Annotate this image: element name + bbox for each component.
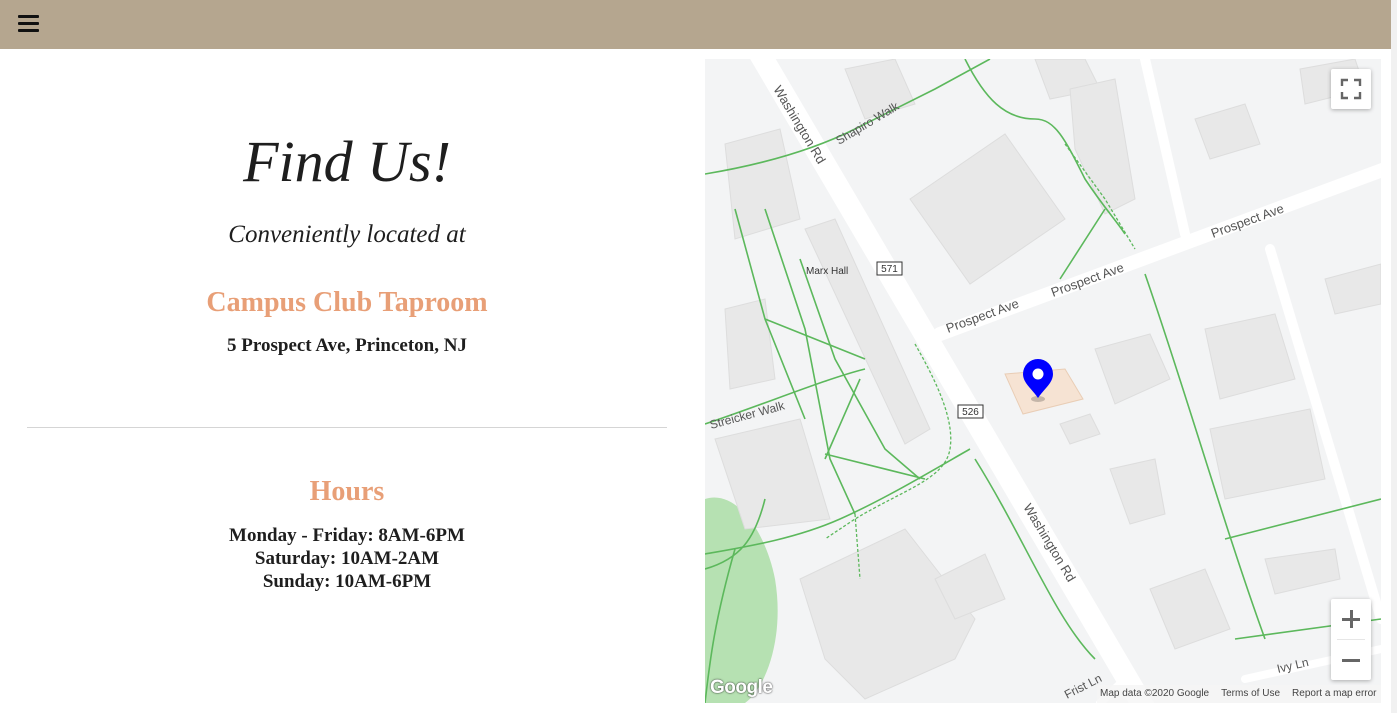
building (1149, 568, 1231, 650)
building (1264, 548, 1341, 595)
fullscreen-button[interactable] (1331, 69, 1371, 109)
zoom-controls (1331, 599, 1371, 680)
hamburger-menu-icon[interactable] (18, 15, 40, 34)
building (724, 128, 801, 240)
page-title: Find Us! (243, 129, 451, 194)
map-canvas[interactable]: Washington Rd Washington Rd Shapiro Walk… (705, 59, 1381, 703)
map-footer: Map data ©2020 Google Terms of Use Report … (1097, 685, 1381, 703)
zoom-in-button[interactable] (1331, 599, 1371, 639)
google-map[interactable]: Washington Rd Washington Rd Shapiro Walk… (705, 59, 1381, 703)
building (1059, 413, 1101, 445)
street-label-prospect-right: Prospect Ave (1209, 201, 1286, 241)
location-subtitle: Conveniently located at (228, 221, 466, 248)
top-nav-bar (0, 0, 1391, 49)
footpath (824, 453, 926, 480)
fullscreen-icon (1340, 78, 1362, 100)
google-logo[interactable]: Google (710, 677, 773, 699)
building (1094, 333, 1171, 405)
zoom-out-icon (1342, 651, 1360, 669)
hours-heading: Hours (309, 476, 385, 507)
section-divider (27, 427, 667, 428)
report-map-error-link[interactable]: Report a map error (1292, 688, 1376, 699)
footpath (974, 458, 1096, 660)
building (909, 133, 1066, 285)
route-shield-526: 526 (957, 404, 984, 419)
building (1324, 263, 1381, 315)
zoom-in-icon (1342, 610, 1360, 628)
location-info-panel: Find Us! Conveniently located at Campus … (0, 49, 694, 713)
street-label-washington-south: Washington Rd (1020, 501, 1078, 585)
place-label-marx-hall: Marx Hall (806, 266, 848, 277)
map-data-attribution: Map data ©2020 Google (1100, 688, 1210, 699)
park-area (705, 497, 778, 703)
hours-line-saturday: Saturday: 10AM-2AM (254, 548, 440, 569)
building (1209, 408, 1326, 500)
building (1194, 103, 1261, 160)
route-shield-571: 571 (876, 261, 903, 276)
building (1204, 313, 1296, 400)
building (799, 528, 976, 700)
terms-of-use-link[interactable]: Terms of Use (1221, 688, 1280, 699)
building (1109, 458, 1166, 525)
street-label-ivy: Ivy Ln (1276, 655, 1310, 676)
building (724, 298, 776, 390)
venue-address: 5 Prospect Ave, Princeton, NJ (227, 335, 467, 356)
hours-line-sunday: Sunday: 10AM-6PM (262, 571, 432, 592)
route-shield-526-label: 526 (962, 407, 979, 418)
side-street (1140, 59, 1190, 239)
venue-name: Campus Club Taproom (206, 287, 488, 318)
street-label-prospect-mid: Prospect Ave (1049, 260, 1126, 300)
building (1069, 78, 1136, 215)
route-shield-571-label: 571 (881, 264, 898, 275)
footpath (824, 378, 861, 460)
page-scrollbar[interactable] (1391, 0, 1397, 713)
zoom-out-button[interactable] (1331, 640, 1371, 680)
hours-line-weekdays: Monday - Friday: 8AM-6PM (229, 525, 465, 546)
hours-list: Monday - Friday: 8AM-6PM Saturday: 10AM-… (0, 524, 694, 593)
